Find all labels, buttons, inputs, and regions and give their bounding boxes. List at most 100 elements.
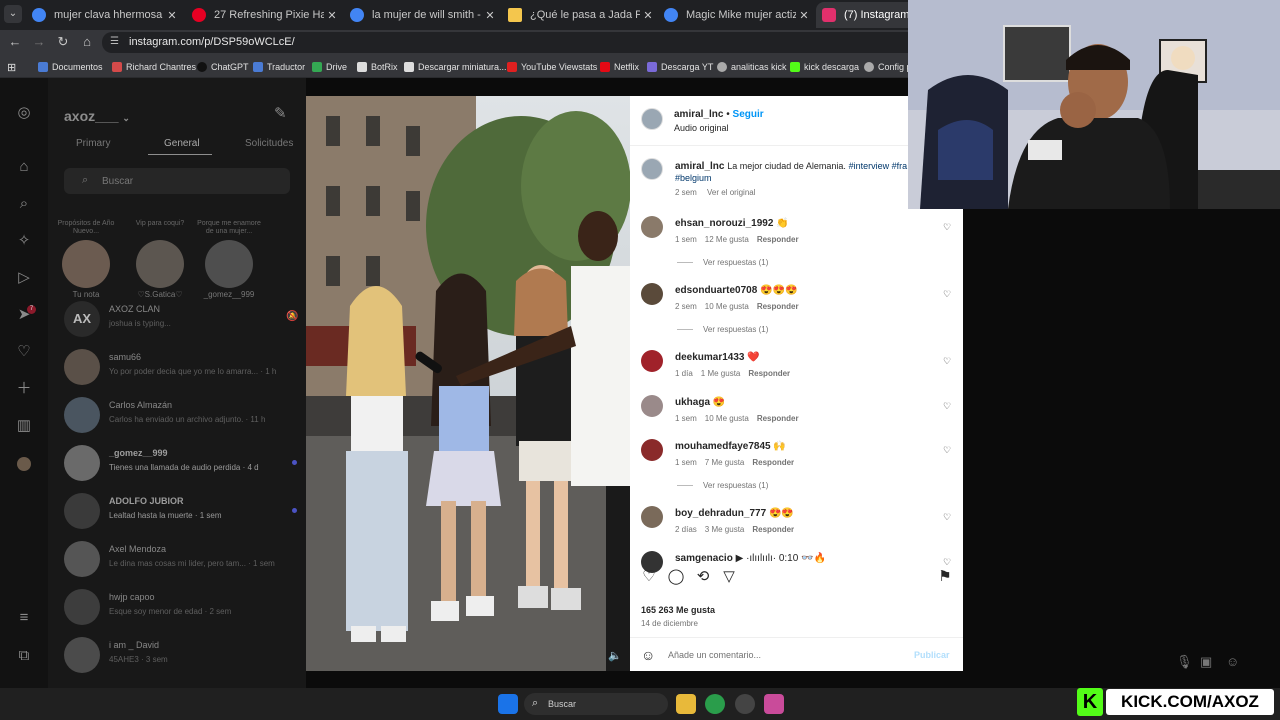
bookmark-item[interactable]: Traductor [253, 60, 305, 74]
instagram-logo-icon[interactable]: ◎ [15, 104, 33, 122]
repost-icon[interactable]: ⟲ [694, 568, 712, 586]
reply-button[interactable]: Responder [748, 369, 790, 378]
chat-item[interactable]: i am _ David 45AHE3 · 3 sem [64, 637, 300, 681]
comment-username[interactable]: samgenacio [675, 553, 733, 564]
profile-avatar[interactable] [17, 457, 31, 471]
comment-username[interactable]: ehsan_norouzi_1992 [675, 218, 773, 229]
comment-username[interactable]: deekumar1433 [675, 352, 745, 363]
taskbar-search[interactable]: ⌕ Buscar [524, 693, 668, 715]
emoji-icon[interactable]: ☺ [641, 647, 655, 663]
close-tab-icon[interactable]: ✕ [482, 9, 498, 22]
see-original-link[interactable]: Ver el original [707, 188, 755, 197]
reels-icon[interactable]: ▷ [15, 269, 33, 287]
avatar[interactable] [641, 216, 663, 238]
tab-primary[interactable]: Primary [76, 138, 110, 149]
like-heart-icon[interactable]: ♡ [640, 568, 658, 586]
avatar[interactable] [641, 395, 663, 417]
close-tab-icon[interactable]: ✕ [640, 9, 656, 22]
tab-search-chevron-icon[interactable]: ⌄ [4, 5, 22, 23]
comment-like-heart-icon[interactable]: ♡ [943, 512, 951, 523]
follow-button[interactable]: Seguir [733, 109, 764, 120]
share-send-icon[interactable]: ▽ [720, 568, 738, 586]
author-username[interactable]: amiral_lnc • Seguir [674, 109, 764, 120]
apps-grid-icon[interactable]: ⊞ [7, 60, 16, 74]
home-icon[interactable]: ⌂ [15, 158, 33, 176]
bookmark-item[interactable]: Richard Chantres [112, 60, 196, 74]
story-note[interactable]: Propósitos de Año Nuevo... Tu nota [54, 220, 118, 299]
avatar[interactable] [641, 439, 663, 461]
publish-button[interactable]: Publicar [914, 650, 950, 660]
likes-count[interactable]: 165 263 Me gusta [641, 605, 715, 615]
bookmark-item[interactable]: Documentos [38, 60, 103, 74]
close-tab-icon[interactable]: ✕ [324, 9, 340, 22]
more-apps-icon[interactable]: ⧉ [15, 647, 33, 665]
avatar[interactable] [641, 283, 663, 305]
chat-item[interactable]: ADOLFO JUBIOR Lealtad hasta la muerte · … [64, 493, 300, 537]
avatar[interactable] [641, 350, 663, 372]
reply-button[interactable]: Responder [757, 235, 799, 244]
explore-compass-icon[interactable]: ✧ [15, 232, 33, 250]
browser-tab-active[interactable]: (7) Instagram • Men [816, 2, 916, 28]
view-replies-link[interactable]: Ver respuestas (1) [677, 258, 768, 267]
tab-general[interactable]: General [164, 138, 200, 149]
back-arrow-icon[interactable]: ← [7, 34, 23, 50]
bookmark-item[interactable]: Config p [864, 60, 912, 74]
browser-tab[interactable]: 27 Refreshing Pixie Hairstyles 2 ✕ [186, 2, 340, 28]
bookmark-item[interactable]: analiticas kick [717, 60, 787, 74]
windows-start-icon[interactable] [498, 694, 518, 714]
comment-like-heart-icon[interactable]: ♡ [943, 289, 951, 300]
comment-like-heart-icon[interactable]: ♡ [943, 445, 951, 456]
comment-like-heart-icon[interactable]: ♡ [943, 356, 951, 367]
chat-item[interactable]: AX AXOZ CLAN joshua is typing... 🔕 [64, 301, 300, 345]
bookmark-item[interactable]: Descargar miniatura... [404, 60, 507, 74]
comment-likes[interactable]: 7 Me gusta [705, 458, 745, 467]
browser-tab[interactable]: ¿Qué le pasa a Jada Pinkett, la ✕ [502, 2, 656, 28]
comment-like-heart-icon[interactable]: ♡ [943, 557, 951, 568]
dm-search-input[interactable]: ⌕ Buscar [64, 168, 290, 194]
site-info-icon[interactable]: ☰ [110, 36, 122, 48]
comment-input[interactable]: Añade un comentario... [668, 650, 761, 660]
reload-icon[interactable]: ↻ [55, 34, 71, 50]
browser-tab[interactable]: mujer clava hhermosa - Buscar ✕ [26, 2, 180, 28]
story-note[interactable]: Vip para coqui? ♡S.Gatica♡ [128, 220, 192, 299]
home-icon[interactable]: ⌂ [79, 34, 95, 50]
comment-bubble-icon[interactable]: ◯ [667, 568, 685, 586]
chat-item[interactable]: Carlos Almazán Carlos ha enviado un arch… [64, 397, 300, 441]
volume-icon[interactable]: 🔈 [608, 649, 622, 662]
avatar[interactable] [641, 506, 663, 528]
close-tab-icon[interactable]: ✕ [796, 9, 812, 22]
account-name[interactable]: axoz___ ⌄ [64, 108, 130, 124]
bookmark-item[interactable]: ChatGPT [197, 60, 249, 74]
reply-button[interactable]: Responder [757, 302, 799, 311]
comment-likes[interactable]: 3 Me gusta [705, 525, 745, 534]
comment-likes[interactable]: 12 Me gusta [705, 235, 749, 244]
microphone-icon[interactable]: 🎙 [1176, 654, 1193, 670]
menu-hamburger-icon[interactable]: ≡ [15, 609, 33, 627]
author-avatar[interactable] [641, 158, 663, 180]
sticker-icon[interactable]: ☺ [1226, 654, 1239, 669]
comment-username[interactable]: boy_dehradun_777 [675, 508, 766, 519]
forward-arrow-icon[interactable]: → [31, 34, 47, 50]
reply-button[interactable]: Responder [752, 525, 794, 534]
file-explorer-icon[interactable] [676, 694, 696, 714]
comment-username[interactable]: ukhaga [675, 397, 710, 408]
chat-item[interactable]: samu66 Yo por poder decia que yo me lo a… [64, 349, 300, 393]
comment-like-heart-icon[interactable]: ♡ [943, 222, 951, 233]
view-replies-link[interactable]: Ver respuestas (1) [677, 481, 768, 490]
app-icon[interactable] [764, 694, 784, 714]
browser-tab[interactable]: Magic Mike mujer actiz - Buscar ✕ [658, 2, 812, 28]
comment-like-heart-icon[interactable]: ♡ [943, 401, 951, 412]
bookmark-save-icon[interactable]: ⚑ [936, 568, 954, 586]
reel-video[interactable]: 🔈 [306, 96, 630, 671]
browser-tab[interactable]: la mujer de will smith - Buscar ✕ [344, 2, 498, 28]
comment-username[interactable]: mouhamedfaye7845 [675, 441, 771, 452]
bookmark-item[interactable]: YouTube Viewstats [507, 60, 597, 74]
heart-notifications-icon[interactable]: ♡ [15, 343, 33, 361]
chat-item[interactable]: _gomez__999 Tienes una llamada de audio … [64, 445, 300, 489]
url-bar[interactable]: ☰ instagram.com/p/DSP59oWCLcE/ [102, 32, 922, 53]
comment-likes[interactable]: 10 Me gusta [705, 302, 749, 311]
dashboard-icon[interactable]: ▥ [15, 417, 33, 435]
bookmark-item[interactable]: Drive [312, 60, 347, 74]
tab-requests[interactable]: Solicitudes [245, 138, 293, 149]
chrome-icon[interactable] [705, 694, 725, 714]
